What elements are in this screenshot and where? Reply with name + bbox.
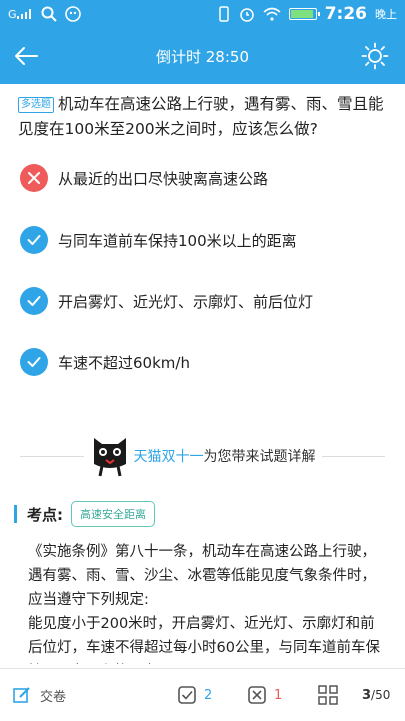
promo-brand: 天猫双十一 (133, 449, 204, 465)
checkbox-check-icon (178, 686, 196, 704)
divider (321, 455, 385, 457)
app-notification-icon (64, 6, 81, 22)
wrong-mark-icon (20, 164, 48, 192)
page-total: /50 (371, 688, 391, 702)
question-text: 多选题 机动车在高速公路上行驶，遇有雾、雨、雪且能见度在100米至200米之间时，… (18, 92, 388, 142)
question-type-badge: 多选题 (18, 97, 54, 113)
app-bar: 倒计时 28:50 (0, 28, 405, 84)
wrong-count-button[interactable]: 1 (248, 669, 282, 721)
submit-label: 交卷 (40, 689, 67, 705)
correct-count-button[interactable]: 2 (178, 669, 212, 721)
page-indicator: 3/50 (362, 669, 390, 721)
option-text: 与同车道前车保持100米以上的距离 (58, 231, 297, 250)
accent-bar (14, 505, 17, 523)
check-mark-icon (20, 226, 48, 254)
option-text: 开启雾灯、近光灯、示廓灯、前后位灯 (58, 292, 314, 311)
page-current: 3 (362, 687, 372, 703)
option-text: 车速不超过60km/h (58, 353, 190, 372)
option-c[interactable]: 开启雾灯、近光灯、示廓灯、前后位灯 (20, 285, 390, 317)
clock-suffix: 晚上 (375, 8, 397, 21)
tmall-cat-logo-icon (93, 438, 126, 477)
grid-icon (318, 685, 338, 705)
wrong-count: 1 (274, 687, 283, 703)
check-mark-icon (20, 287, 48, 315)
search-icon (41, 6, 57, 22)
battery-icon (288, 8, 320, 20)
network-type: G (8, 7, 17, 21)
checkbox-x-icon (248, 686, 266, 704)
signal-icon: G (8, 8, 33, 21)
explanation-text: 《实施条例》第八十一条，机动车在高速公路上行驶，遇有雾、雨、雪、沙尘、冰雹等低能… (28, 540, 380, 664)
promo-caption: 为您带来试题详解 (203, 449, 316, 465)
option-text: 从最近的出口尽快驶离高速公路 (58, 169, 269, 188)
status-bar: G 7:26 晚上 (0, 0, 405, 28)
arrow-left-icon (15, 47, 38, 65)
bottom-bar: 交卷 2 1 3/50 (0, 668, 405, 720)
wifi-icon (263, 7, 281, 21)
knowledge-point: 考点: 高速安全距离 (14, 500, 155, 528)
vibrate-icon (217, 6, 231, 22)
edit-icon (13, 687, 30, 703)
brightness-button[interactable] (359, 40, 391, 72)
check-mark-icon (20, 348, 48, 376)
divider (20, 455, 84, 457)
question-grid-button[interactable] (318, 669, 338, 721)
option-a[interactable]: 从最近的出口尽快驶离高速公路 (20, 162, 390, 194)
promo-banner[interactable]: 天猫双十一为您带来试题详解 (20, 434, 385, 478)
question-body: 机动车在高速公路上行驶，遇有雾、雨、雪且能见度在100米至200米之间时，应该怎… (18, 95, 384, 138)
knowledge-point-tag[interactable]: 高速安全距离 (71, 501, 155, 527)
option-b[interactable]: 与同车道前车保持100米以上的距离 (20, 224, 390, 256)
option-d[interactable]: 车速不超过60km/h (20, 346, 390, 378)
knowledge-point-label: 考点: (27, 505, 63, 524)
explanation-body: 《实施条例》第八十一条，机动车在高速公路上行驶，遇有雾、雨、雪、沙尘、冰雹等低能… (28, 544, 380, 656)
clock: 7:26 (324, 4, 367, 24)
submit-exam-button[interactable]: 交卷 (12, 669, 66, 721)
countdown-title: 倒计时 28:50 (156, 47, 249, 66)
sun-icon (361, 42, 389, 70)
back-button[interactable] (10, 40, 42, 72)
correct-count: 2 (204, 687, 213, 703)
alarm-icon (239, 6, 255, 22)
